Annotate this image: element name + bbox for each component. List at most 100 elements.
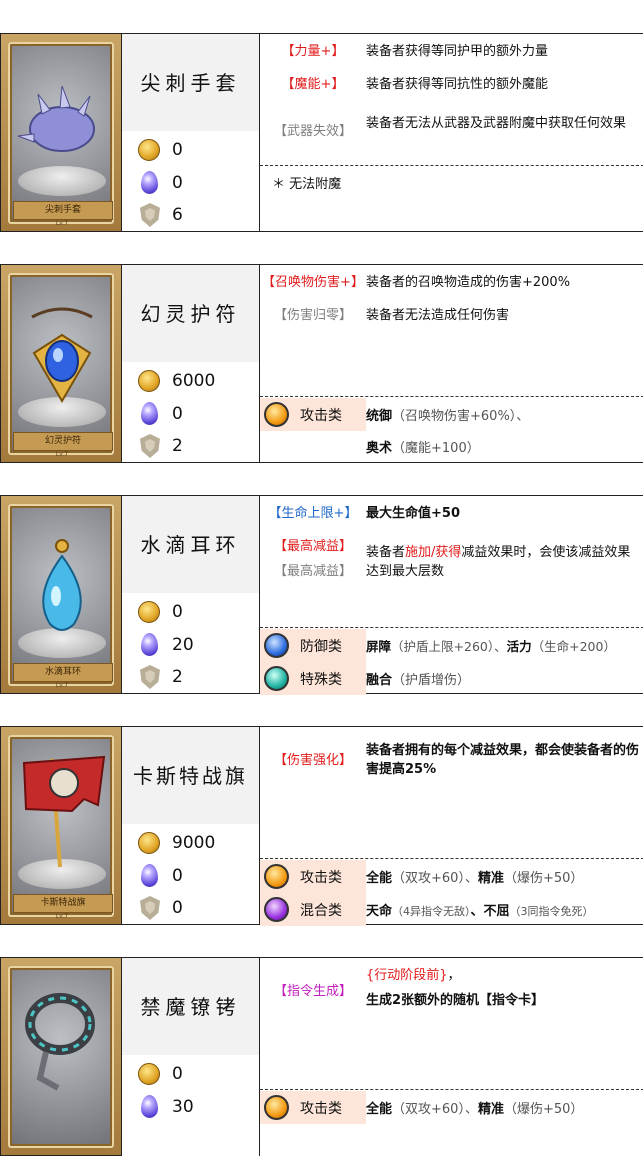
- trait-name: 天命: [366, 904, 393, 919]
- category-name: 攻击类: [300, 1101, 342, 1117]
- trait-name: 奥术: [366, 441, 393, 456]
- effect-tag: 【伤害归零】: [273, 308, 352, 323]
- item-card-spiked-gauntlet: 尖刺手套 Lv.7 尖刺手套 0 0 6 【力量+】 装备者获得等同护甲的额外力量…: [0, 33, 643, 232]
- gold-value: 0: [172, 602, 183, 622]
- gold-value: 9000: [172, 833, 216, 853]
- war-flag-icon: [22, 755, 106, 868]
- item-card-caster-banner: 卡斯特战旗 Lv.7 卡斯特战旗 9000 0 0 【伤害强化】 装备者拥有的每…: [0, 726, 643, 926]
- category-row: 特殊类 融合（护盾增伤）: [260, 662, 643, 695]
- item-card-phantom-amulet: 幻灵护符 Lv.7 幻灵护符 6000 0 2 【召唤物伤害+】 装备者的召唤物造…: [0, 264, 643, 463]
- trait-detail: （护盾增伤）: [392, 673, 471, 688]
- effect-tag: 【力量+】: [281, 44, 345, 59]
- effect-desc: 装备者获得等同抗性的额外魔能: [366, 77, 549, 92]
- item-card-anti-magic-shackles: 禁魔镣铐 0 30 【指令生成】 {行动阶段前}， 生成2张额外的随机【指令卡】…: [0, 957, 643, 1156]
- item-name: 禁魔镣铐: [122, 957, 259, 1055]
- trait-name: 全能: [366, 1102, 393, 1117]
- gold-coin-icon: [138, 139, 160, 161]
- effect-tag: 【最高减益】: [273, 539, 352, 554]
- category-row: 攻击类 统御（召唤物伤害+60%）、: [260, 398, 643, 431]
- trait-name: 、不屈: [470, 904, 510, 919]
- tier-shield-icon: [140, 665, 160, 689]
- trait-name: 全能: [366, 871, 393, 886]
- effect-tag: 【伤害强化】: [273, 753, 352, 768]
- category-name: 防御类: [300, 639, 342, 655]
- divider: [260, 627, 643, 628]
- trait-detail: （4异指令无敌）: [392, 905, 471, 918]
- item-stats: 0 20 2: [122, 593, 259, 694]
- item-banner-label: 尖刺手套: [13, 201, 113, 220]
- category-row: 奥术（魔能+100）: [260, 430, 643, 463]
- trait-detail: （3同指令免死）: [509, 905, 594, 918]
- mana-crystal-icon: [141, 171, 158, 194]
- category-name: 攻击类: [300, 408, 342, 424]
- trait-detail: （护盾上限+260）、: [391, 639, 507, 654]
- effect-desc: {行动阶段前}，: [366, 968, 461, 983]
- item-stats: 9000 0 0: [122, 824, 259, 925]
- effect-panel: 【伤害强化】 装备者拥有的每个减益效果，都会使装备者的伤害提高25% 攻击类 全…: [259, 726, 643, 926]
- blue-orb-icon: [264, 633, 289, 658]
- purple-orb-icon: [264, 897, 289, 922]
- effect-desc: 装备者的召唤物造成的伤害+200%: [366, 275, 571, 290]
- trait-name: 融合: [366, 673, 393, 688]
- item-level-label: Lv.7: [55, 220, 69, 227]
- trait-detail: （魔能+100）: [392, 441, 480, 456]
- trait-name: 屏障: [366, 639, 392, 654]
- divider: [260, 1089, 643, 1090]
- trait-detail: （爆伤+50）: [503, 871, 584, 886]
- category-name: 攻击类: [300, 870, 342, 886]
- effect-panel: 【指令生成】 {行动阶段前}， 生成2张额外的随机【指令卡】 攻击类 全能（双攻…: [259, 957, 643, 1156]
- category-row: 混合类 天命（4异指令无敌）、不屈（3同指令免死）: [260, 893, 643, 926]
- item-level-label: Lv.7: [55, 451, 69, 458]
- item-stats: 6000 0 2: [122, 362, 259, 463]
- trait-name: 精准: [477, 1102, 504, 1117]
- category-row: 防御类 屏障（护盾上限+260）、活力（生命+200）: [260, 629, 643, 662]
- item-card-droplet-earring: 水滴耳环 Lv.7 水滴耳环 0 20 2 【生命上限+】 最大生命值+50 【最…: [0, 495, 643, 695]
- trait-name: 活力: [506, 639, 532, 654]
- effect-tag: 【指令生成】: [273, 984, 352, 999]
- category-name: 混合类: [300, 903, 342, 919]
- item-name: 尖刺手套: [122, 33, 259, 131]
- item-card-art: 幻灵护符 Lv.7: [0, 264, 122, 463]
- effect-panel: 【力量+】 装备者获得等同护甲的额外力量 【魔能+】 装备者获得等同抗性的额外魔能 …: [259, 33, 643, 232]
- item-card-art: 水滴耳环 Lv.7: [0, 495, 122, 694]
- item-name: 水滴耳环: [122, 495, 259, 593]
- effect-desc: 最大生命值+50: [366, 506, 460, 521]
- trait-detail: （生命+200）: [531, 639, 616, 654]
- gold-value: 0: [172, 1064, 183, 1084]
- gold-coin-icon: [138, 832, 160, 854]
- effect-tag: 【魔能+】: [281, 77, 345, 92]
- item-name: 卡斯特战旗: [122, 726, 259, 824]
- item-level-label: Lv.7: [55, 682, 69, 689]
- gold-value: 6000: [172, 371, 216, 391]
- gold-coin-icon: [138, 1063, 160, 1085]
- tier-value: 2: [172, 667, 183, 687]
- teal-orb-icon: [264, 666, 289, 691]
- mana-value: 20: [172, 635, 194, 655]
- item-note: ＊ 无法附魔: [272, 177, 342, 192]
- effect-desc: 装备者获得等同护甲的额外力量: [366, 44, 549, 59]
- gold-coin-icon: [138, 370, 160, 392]
- mana-crystal-icon: [141, 402, 158, 425]
- shackles-icon: [25, 993, 95, 1091]
- item-banner-label: 幻灵护符: [13, 432, 113, 451]
- trait-name: 精准: [477, 871, 504, 886]
- trait-detail: （召唤物伤害+60%）、: [392, 409, 530, 424]
- item-level-label: Lv.7: [55, 913, 69, 920]
- mana-value: 30: [172, 1097, 194, 1117]
- divider: [260, 858, 643, 859]
- effect-desc: 生成2张额外的随机【指令卡】: [366, 993, 545, 1008]
- gold-coin-icon: [138, 601, 160, 623]
- mana-crystal-icon: [141, 864, 158, 887]
- mana-crystal-icon: [141, 633, 158, 656]
- divider: [260, 165, 643, 166]
- effect-tag: 【最高减益】: [273, 564, 352, 579]
- tier-shield-icon: [140, 203, 160, 227]
- mana-value: 0: [172, 173, 183, 193]
- tier-value: 2: [172, 436, 183, 456]
- trait-detail: （双攻+60）、: [392, 1102, 478, 1117]
- mana-crystal-icon: [141, 1095, 158, 1118]
- mana-value: 0: [172, 866, 183, 886]
- category-row: 攻击类 全能（双攻+60）、精准（爆伤+50）: [260, 860, 643, 893]
- tier-shield-icon: [140, 896, 160, 920]
- trait-detail: （双攻+60）、: [392, 871, 478, 886]
